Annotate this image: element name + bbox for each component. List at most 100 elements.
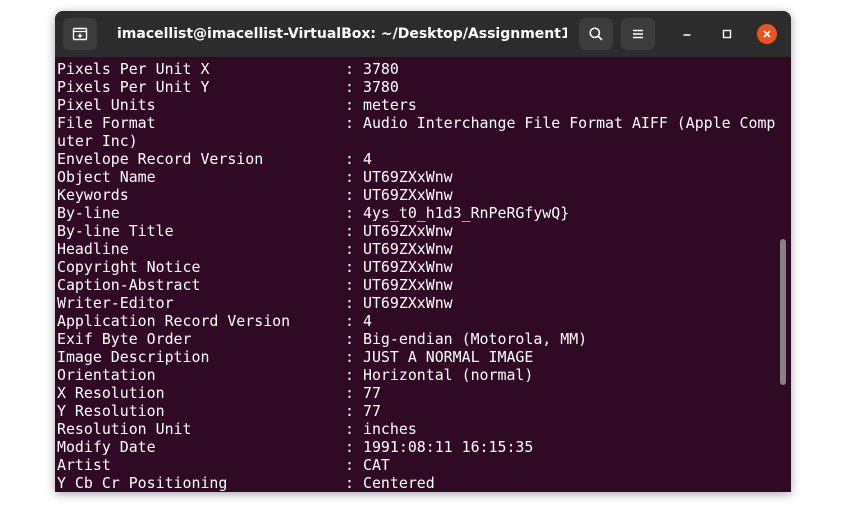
terminal-line: Pixel Units: meters [57,96,787,114]
terminal-line: Caption-Abstract: UT69ZXxWnw [57,276,787,294]
terminal-line: Y Cb Cr Positioning: Centered [57,474,787,492]
terminal-line: Artist: CAT [57,456,787,474]
separator: : [345,294,354,312]
tag-value: Audio Interchange File Format AIFF (Appl… [363,114,776,132]
minimize-button[interactable] [677,24,697,44]
maximize-button[interactable] [717,24,737,44]
tag-name: Y Resolution [57,402,165,420]
tag-value: 3780 [363,60,399,78]
terminal-line: Application Record Version:4 [57,312,787,330]
separator: : [345,96,354,114]
terminal-line: File Format: Audio Interchange File Forma… [57,114,787,132]
terminal-line: Pixels Per Unit Y:3780 [57,78,787,96]
maximize-icon [722,29,732,39]
tag-value: 1991:08:11 16:15:35 [363,438,534,456]
tag-name: Orientation [57,366,156,384]
terminal-output[interactable]: Pixels Per Unit X:3780 Pixels Per Unit Y:… [55,57,791,492]
terminal-line: Modify Date:1991:08:11 16:15:35 [57,438,787,456]
separator: : [345,114,354,132]
tag-value: 4 [363,312,372,330]
tag-name: File Format [57,114,156,132]
search-icon [589,27,603,41]
terminal-line: Headline: UT69ZXxWnw [57,240,787,258]
tag-value: UT69ZXxWnw [363,186,453,204]
separator: : [345,186,354,204]
terminal-line: X Resolution:77 [57,384,787,402]
tag-name: Headline [57,240,129,258]
tag-value: JUST A NORMAL IMAGE [363,348,534,366]
terminal-line: uter Inc) [57,132,787,150]
tag-name: Artist [57,456,111,474]
separator: : [345,150,354,168]
terminal-line: Keywords: UT69ZXxWnw [57,186,787,204]
title-bar[interactable]: imacellist@imacellist-VirtualBox: ~/Desk… [55,11,791,57]
tag-name: By-line [57,204,120,222]
terminal-lines: Pixels Per Unit X:3780 Pixels Per Unit Y:… [57,60,787,492]
tag-value: 77 [363,384,381,402]
tag-name: By-line Title [57,222,174,240]
tag-value: inches [363,420,417,438]
close-icon [763,30,771,38]
terminal-line: Envelope Record Version:4 [57,150,787,168]
tag-value: Big-endian (Motorola, MM) [363,330,588,348]
separator: : [345,456,354,474]
separator: : [345,474,354,492]
tag-name: Exif Byte Order [57,330,192,348]
minimize-icon [683,34,691,36]
tag-value: UT69ZXxWnw [363,276,453,294]
tag-value: CAT [363,456,390,474]
window-title: imacellist@imacellist-VirtualBox: ~/Desk… [117,26,567,42]
separator: : [345,168,354,186]
separator: : [345,60,354,78]
tag-value: UT69ZXxWnw [363,258,453,276]
terminal-line: Object Name: UT69ZXxWnw [57,168,787,186]
tag-value: Horizontal (normal) [363,366,534,384]
terminal-line: Resolution Unit: inches [57,420,787,438]
separator: : [345,240,354,258]
new-tab-icon [72,27,88,41]
separator: : [345,330,354,348]
terminal-line: Y Resolution:77 [57,402,787,420]
tag-name: Image Description [57,348,210,366]
tag-name: Modify Date [57,438,156,456]
tag-value: 77 [363,402,381,420]
tag-value: UT69ZXxWnw [363,222,453,240]
terminal-line: Pixels Per Unit X:3780 [57,60,787,78]
separator: : [345,78,354,96]
hamburger-menu-icon [633,29,643,39]
tag-name: X Resolution [57,384,165,402]
tag-name: Pixel Units [57,96,156,114]
terminal-line: Image Description: JUST A NORMAL IMAGE [57,348,787,366]
close-button[interactable] [757,24,777,44]
menu-button[interactable] [621,18,655,50]
tag-name: Caption-Abstract [57,276,201,294]
tag-value: 4ys_t0_h1d3_RnPeRGfywQ} [363,204,570,222]
tag-name: Y Cb Cr Positioning [57,474,228,492]
search-button[interactable] [579,18,613,50]
tag-value: 4 [363,150,372,168]
separator: : [345,402,354,420]
scrollbar-thumb[interactable] [780,239,786,385]
tag-name: Keywords [57,186,129,204]
terminal-line: Copyright Notice: UT69ZXxWnw [57,258,787,276]
tag-value: 3780 [363,78,399,96]
separator: : [345,258,354,276]
separator: : [345,312,354,330]
tag-name: uter Inc) [57,132,138,150]
separator: : [345,384,354,402]
tag-name: Resolution Unit [57,420,192,438]
terminal-window: imacellist@imacellist-VirtualBox: ~/Desk… [55,11,791,492]
tag-name: Envelope Record Version [57,150,264,168]
tag-value: UT69ZXxWnw [363,240,453,258]
separator: : [345,204,354,222]
new-tab-button[interactable] [63,18,97,50]
terminal-line: By-line:4ys_t0_h1d3_RnPeRGfywQ} [57,204,787,222]
tag-name: Copyright Notice [57,258,201,276]
tag-name: Pixels Per Unit Y [57,78,210,96]
terminal-line: Orientation: Horizontal (normal) [57,366,787,384]
separator: : [345,438,354,456]
separator: : [345,222,354,240]
separator: : [345,276,354,294]
tag-name: Pixels Per Unit X [57,60,210,78]
tag-name: Application Record Version [57,312,291,330]
